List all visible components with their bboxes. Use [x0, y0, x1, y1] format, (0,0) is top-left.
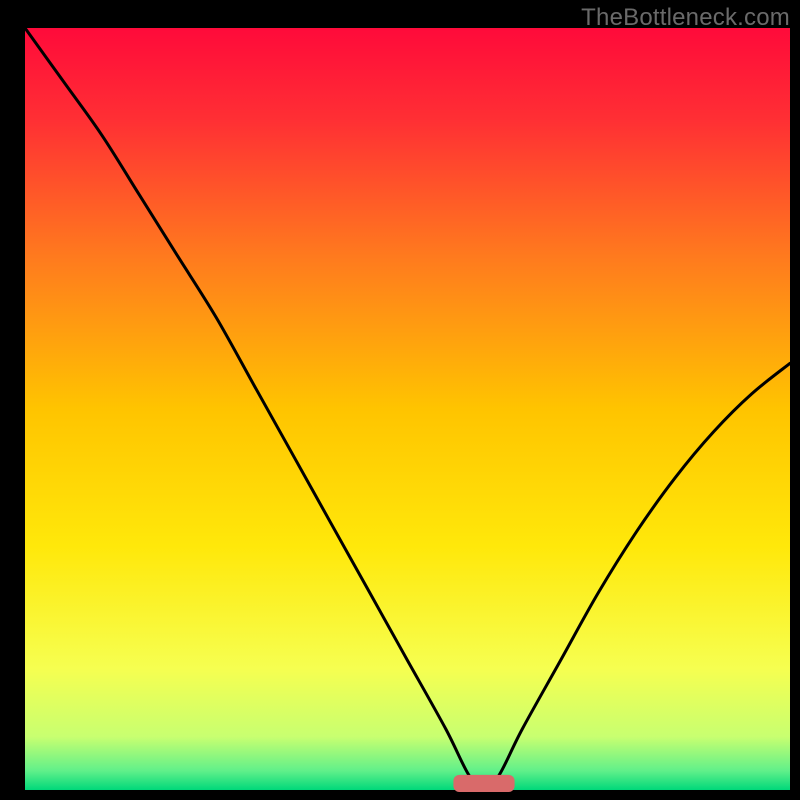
plot-background: [25, 28, 790, 790]
chart-frame: TheBottleneck.com: [0, 0, 800, 800]
watermark-text: TheBottleneck.com: [581, 4, 790, 32]
optimum-marker: [453, 775, 514, 792]
bottleneck-chart: [0, 0, 800, 800]
